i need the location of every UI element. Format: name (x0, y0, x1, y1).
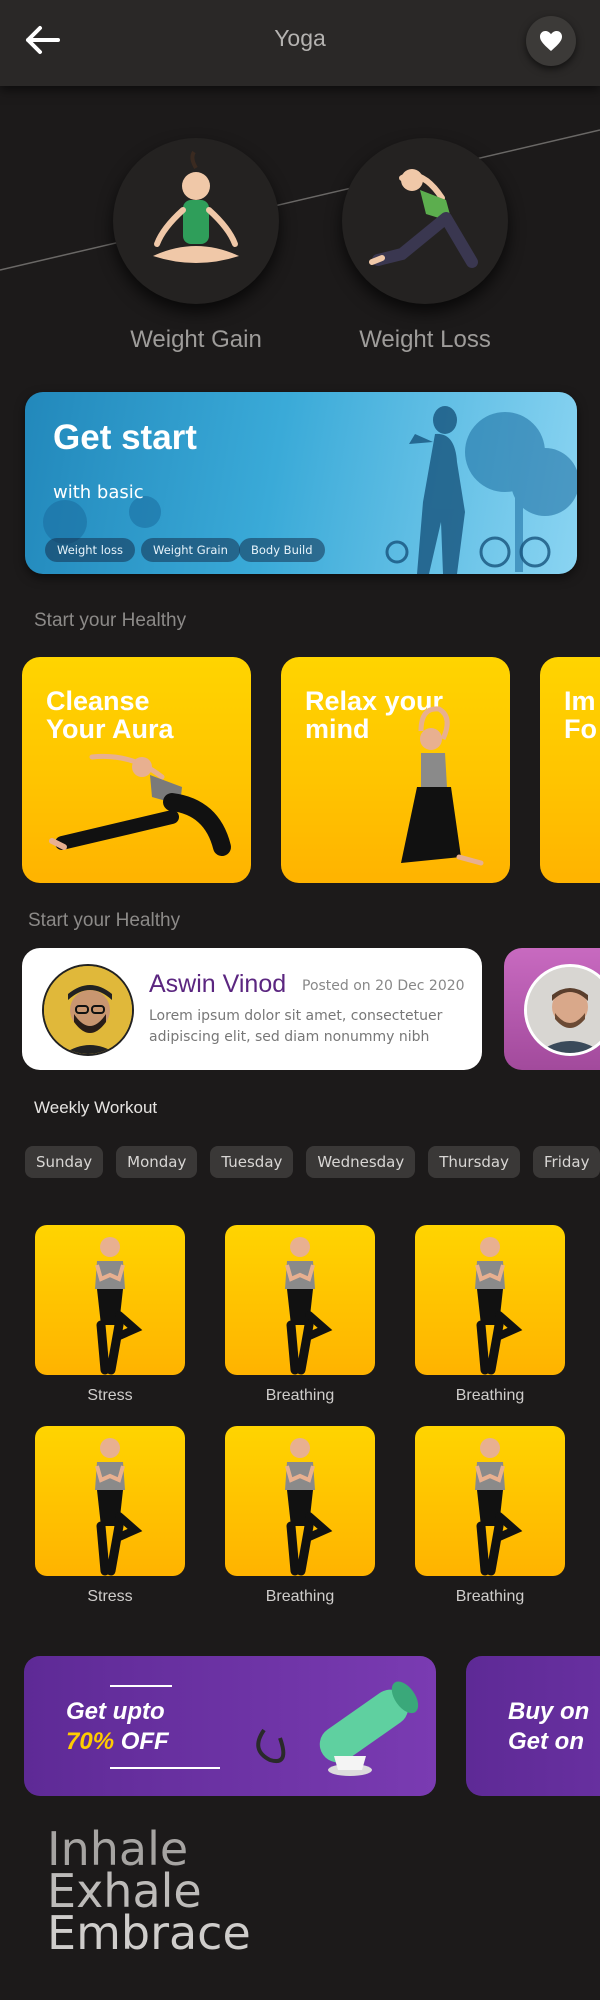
healthy-cards-carousel[interactable]: Cleanse Your Aura Relax your mind Im Fo (22, 657, 600, 887)
card-title: Im Fo (564, 687, 597, 743)
card-relax-your-mind[interactable]: Relax your mind (281, 657, 510, 883)
promo-title: Buy on (508, 1698, 590, 1725)
tree-pose-image (415, 1426, 565, 1576)
card-title-line: Im (564, 686, 596, 716)
workout-card[interactable]: Breathing (225, 1225, 375, 1405)
chip-weight-grain[interactable]: Weight Grain (141, 538, 240, 562)
day-chip-wednesday[interactable]: Wednesday (306, 1146, 416, 1178)
tagline-line: Embrace (47, 1906, 251, 1960)
section-title: Start your Healthy (28, 910, 181, 931)
kneeling-stretch-illustration (401, 706, 484, 866)
workout-card[interactable]: Stress (35, 1426, 185, 1606)
day-chip-monday[interactable]: Monday (116, 1146, 198, 1178)
promo-card-discount[interactable]: Get upto 70% OFF (24, 1656, 436, 1796)
workout-label: Breathing (265, 1387, 335, 1404)
goal-label: Weight Gain (130, 326, 262, 353)
section-title: Start your Healthy (34, 610, 187, 631)
posted-date: Posted on 20 Dec 2020 (302, 978, 465, 994)
chip-weight-loss[interactable]: Weight loss (45, 538, 135, 562)
banner-subtitle: with basic (53, 482, 144, 503)
promo-carousel[interactable]: Get upto 70% OFF Buy on Get on (24, 1656, 600, 1798)
workout-card[interactable]: Breathing (225, 1426, 375, 1606)
get-start-banner[interactable]: Get start with basic Weight loss Weight … (25, 392, 577, 574)
tree-pose-image (225, 1225, 375, 1375)
heart-icon (540, 31, 562, 51)
day-chip-tuesday[interactable]: Tuesday (210, 1146, 294, 1178)
profile-description: Lorem ipsum dolor sit amet, consectetuer… (149, 1008, 443, 1045)
chip-body-build[interactable]: Body Build (239, 538, 325, 562)
banner-title: Get start (53, 418, 197, 457)
workout-label: Breathing (455, 1387, 525, 1404)
profile-card-partial[interactable] (504, 948, 600, 1070)
workout-label: Breathing (265, 1588, 335, 1605)
avatar (42, 964, 134, 1056)
workout-card[interactable]: Breathing (415, 1225, 565, 1405)
workout-label: Stress (87, 1387, 133, 1404)
page-title: Yoga (274, 25, 326, 51)
tree-pose-image (35, 1225, 185, 1375)
favorite-button[interactable] (526, 16, 576, 66)
workout-card[interactable]: Stress (35, 1225, 185, 1405)
day-selector[interactable]: Sunday Monday Tuesday Wednesday Thursday Frid… (25, 1146, 600, 1180)
day-chip-friday[interactable]: Friday (532, 1146, 600, 1178)
tree-pose-image (225, 1426, 375, 1576)
stretch-pose-illustration (342, 138, 508, 304)
workout-label: Breathing (455, 1588, 525, 1605)
promo-offer: Get on (508, 1728, 584, 1756)
yoga-mat-illustration (110, 1681, 419, 1776)
app-header: Yoga (0, 0, 600, 86)
workout-label: Stress (87, 1588, 133, 1605)
avatar (524, 964, 600, 1056)
goal-label: Weight Loss (359, 326, 491, 353)
goal-weight-loss[interactable]: Weight Loss (310, 138, 540, 354)
profile-carousel[interactable]: Aswin Vinod Posted on 20 Dec 2020 Lorem … (22, 948, 600, 1072)
workout-card[interactable]: Breathing (415, 1426, 565, 1606)
section-title: Weekly Workout (34, 1098, 158, 1117)
day-chip-thursday[interactable]: Thursday (428, 1146, 520, 1178)
profile-card[interactable]: Aswin Vinod Posted on 20 Dec 2020 Lorem … (22, 948, 482, 1070)
yoga-pose-illustration (49, 753, 231, 856)
card-partial[interactable]: Im Fo (540, 657, 600, 883)
promo-card-partial[interactable]: Buy on Get on (466, 1656, 600, 1796)
card-cleanse-your-aura[interactable]: Cleanse Your Aura (22, 657, 251, 883)
goal-weight-gain[interactable]: Weight Gain (81, 138, 311, 354)
day-chip-sunday[interactable]: Sunday (25, 1146, 104, 1178)
promo-rest: Get on (508, 1728, 584, 1755)
tree-pose-image (35, 1426, 185, 1576)
tree-pose-image (415, 1225, 565, 1375)
profile-name: Aswin Vinod (149, 970, 287, 998)
card-title-line: Fo (564, 714, 597, 744)
meditation-pose-illustration (113, 138, 279, 304)
tagline: Inhale Exhale Embrace (47, 1826, 251, 1960)
